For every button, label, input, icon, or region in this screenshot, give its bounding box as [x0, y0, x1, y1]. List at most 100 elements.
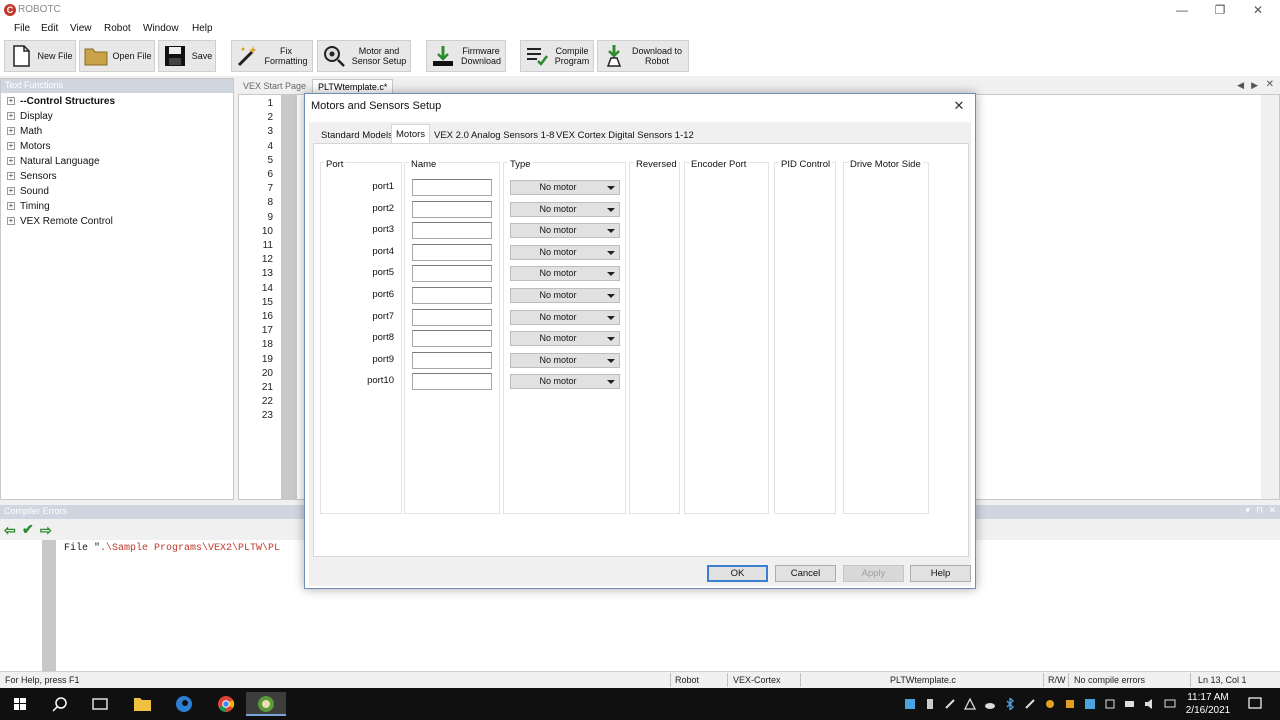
expand-icon[interactable]: + [7, 157, 15, 166]
tab-standard-models[interactable]: Standard Models [317, 126, 397, 144]
tab-analog-sensors[interactable]: VEX 2.0 Analog Sensors 1-8 [430, 126, 558, 144]
tray-display-icon[interactable] [1084, 698, 1096, 710]
compile-program-button[interactable]: Compile Program [520, 40, 594, 72]
edge-button[interactable] [164, 692, 204, 716]
pin-icon[interactable]: ⊓ [1256, 505, 1263, 516]
tree-item-timing[interactable]: + Timing [7, 201, 50, 212]
file-explorer-button[interactable] [122, 692, 162, 716]
restore-button[interactable]: ❐ [1210, 2, 1230, 18]
menu-file[interactable]: File [14, 23, 30, 34]
fix-formatting-button[interactable]: Fix Formatting [231, 40, 313, 72]
motor-name-input[interactable] [412, 200, 492, 218]
help-button[interactable]: Help [910, 565, 971, 582]
motor-name-input[interactable] [412, 330, 492, 348]
task-view-button[interactable] [80, 692, 120, 716]
pane-menu-icon[interactable]: ▾ [1245, 505, 1250, 516]
motor-name-input[interactable] [412, 179, 492, 196]
tab-scroll-right-icon[interactable]: ▶ [1251, 80, 1258, 91]
new-file-button[interactable]: New File [4, 40, 76, 72]
open-file-button[interactable]: Open File [79, 40, 155, 72]
tab-vex-start-page[interactable]: VEX Start Page [238, 79, 311, 94]
expand-icon[interactable]: + [7, 217, 15, 226]
firmware-download-button[interactable]: Firmware Download [426, 40, 506, 72]
motor-name-input[interactable] [412, 308, 492, 326]
motor-sensor-setup-button[interactable]: Motor and Sensor Setup [317, 40, 411, 72]
menu-edit[interactable]: Edit [41, 23, 58, 34]
tray-weather-icon[interactable] [1044, 698, 1056, 710]
motor-type-dropdown[interactable]: No motor [510, 374, 620, 390]
tab-digital-sensors[interactable]: VEX Cortex Digital Sensors 1-12 [552, 126, 698, 144]
battery-icon[interactable] [1124, 698, 1136, 710]
motor-type-dropdown[interactable]: No motor [510, 180, 620, 195]
apply-button[interactable]: Apply [843, 565, 904, 582]
menu-view[interactable]: View [70, 23, 92, 34]
tray-pen-icon[interactable] [944, 698, 956, 710]
motor-type-dropdown[interactable]: No motor [510, 331, 620, 347]
notifications-icon[interactable] [1248, 697, 1262, 711]
check-icon[interactable]: ✔ [22, 521, 34, 538]
expand-icon[interactable]: + [7, 172, 15, 181]
motor-name-input[interactable] [412, 351, 492, 369]
expand-icon[interactable]: + [7, 127, 15, 136]
expand-icon[interactable]: + [7, 112, 15, 121]
tree-item-display[interactable]: + Display [7, 111, 53, 122]
tray-tool-icon[interactable] [1024, 698, 1036, 710]
download-to-robot-button[interactable]: Download to Robot [597, 40, 689, 72]
minimize-button[interactable]: — [1172, 2, 1192, 18]
motor-type-dropdown[interactable]: No motor [510, 288, 620, 303]
menu-robot[interactable]: Robot [104, 23, 131, 34]
tray-drive-icon[interactable] [904, 698, 916, 710]
tray-onedrive-icon[interactable] [984, 698, 996, 710]
tree-item-control-structures[interactable]: + --Control Structures [7, 96, 115, 107]
tree-item-motors[interactable]: + Motors [7, 141, 51, 152]
motor-type-dropdown[interactable]: No motor [510, 352, 620, 368]
volume-icon[interactable] [1144, 698, 1156, 710]
ok-button[interactable]: OK [707, 565, 768, 582]
tab-close-icon[interactable]: ✕ [1266, 79, 1274, 90]
next-error-icon[interactable]: ⇨ [40, 522, 52, 539]
tree-item-math[interactable]: + Math [7, 126, 42, 137]
tray-cmd-icon[interactable] [924, 698, 936, 710]
expand-icon[interactable]: + [7, 97, 15, 106]
bluetooth-icon[interactable] [1004, 698, 1016, 710]
motor-type-dropdown[interactable]: No motor [510, 309, 620, 325]
menu-help[interactable]: Help [192, 23, 213, 34]
expand-icon[interactable]: + [7, 187, 15, 196]
compiler-message[interactable]: File ".\Sample Programs\VEX2\PLTW\PL [64, 543, 280, 554]
motor-type-dropdown[interactable]: No motor [510, 244, 620, 260]
motor-name-input[interactable] [412, 373, 492, 391]
cancel-button[interactable]: Cancel [775, 565, 836, 582]
tray-device-icon[interactable] [1104, 698, 1116, 710]
motor-type-dropdown[interactable]: No motor [510, 223, 620, 239]
tab-scroll-left-icon[interactable]: ◀ [1237, 80, 1244, 91]
previous-error-icon[interactable]: ⇦ [4, 522, 16, 539]
save-button[interactable]: Save [158, 40, 216, 72]
expand-icon[interactable]: + [7, 202, 15, 211]
chrome-button[interactable] [206, 692, 246, 716]
motor-type-dropdown[interactable]: No motor [510, 201, 620, 217]
dialog-close-button[interactable]: ✕ [949, 98, 969, 114]
robotc-taskbar-button[interactable] [246, 692, 286, 716]
tab-motors[interactable]: Motors [391, 124, 431, 144]
editor-scrollbar[interactable] [1261, 95, 1279, 499]
tree-item-vex-remote-control[interactable]: + VEX Remote Control [7, 216, 113, 227]
motor-name-input[interactable] [412, 222, 492, 240]
motor-name-input[interactable] [412, 287, 492, 304]
motor-name-input[interactable] [412, 265, 492, 283]
network-icon[interactable] [1164, 698, 1176, 710]
taskbar-clock[interactable]: 11:17 AM 2/16/2021 [1182, 691, 1234, 717]
close-button[interactable]: ✕ [1248, 2, 1268, 18]
tray-security-icon[interactable] [1064, 698, 1076, 710]
pane-close-icon[interactable]: ✕ [1268, 505, 1276, 516]
tree-item-sound[interactable]: + Sound [7, 186, 49, 197]
search-button[interactable] [40, 692, 80, 716]
motor-type-dropdown[interactable]: No motor [510, 266, 620, 282]
expand-icon[interactable]: + [7, 142, 15, 151]
tab-pltw-template[interactable]: PLTWtemplate.c* [312, 79, 394, 94]
tree-item-sensors[interactable]: + Sensors [7, 171, 57, 182]
tree-item-natural-language[interactable]: + Natural Language [7, 156, 100, 167]
tray-app-icon[interactable] [964, 698, 976, 710]
motor-name-input[interactable] [412, 243, 492, 261]
start-button[interactable] [0, 692, 40, 716]
menu-window[interactable]: Window [143, 23, 179, 34]
